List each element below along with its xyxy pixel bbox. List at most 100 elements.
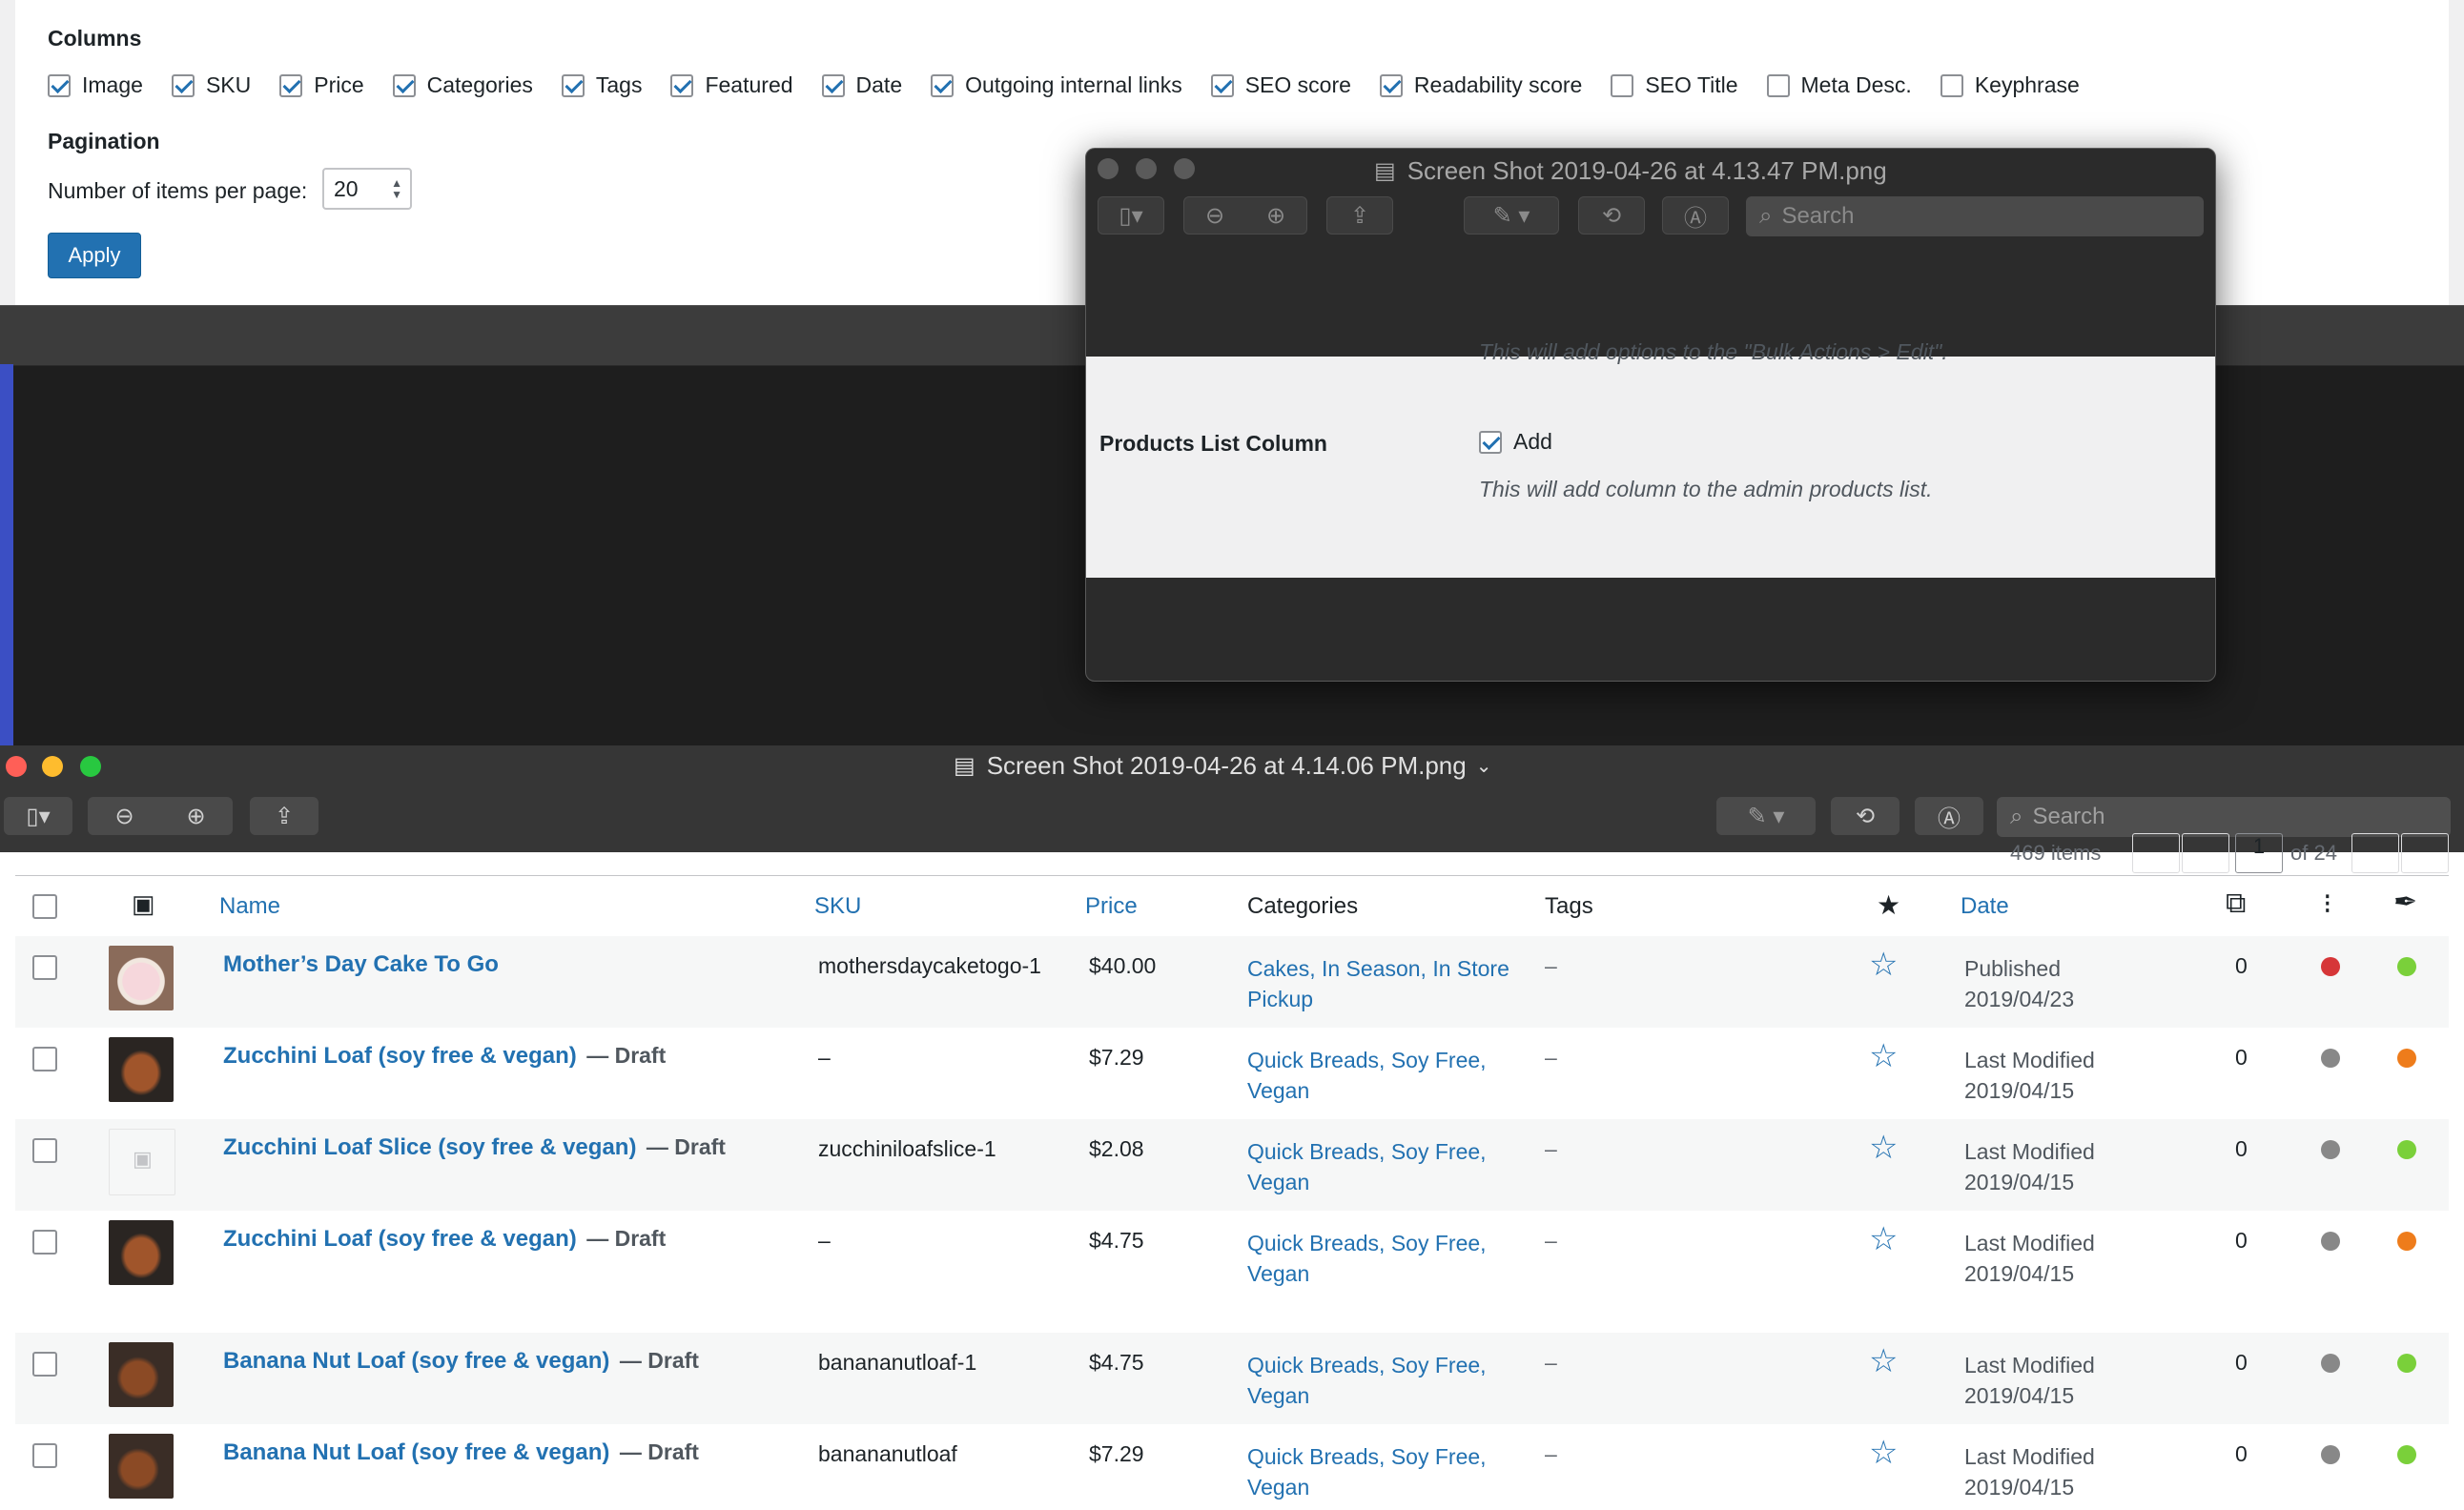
row-checkbox[interactable] [32, 1352, 57, 1377]
product-name-link[interactable]: Mother’s Day Cake To Go [223, 951, 499, 977]
column-toggle-seo-title[interactable]: SEO Title [1611, 72, 1738, 98]
share-button[interactable]: ⇪ [1326, 196, 1393, 235]
zoom-window-button[interactable] [80, 756, 101, 777]
featured-star-icon[interactable]: ★ [1877, 889, 1900, 921]
markup-button[interactable]: ✎ ▾ [1716, 797, 1816, 835]
column-toggle-categories[interactable]: Categories [392, 72, 533, 98]
zoom-in-icon[interactable]: ⊕ [186, 803, 205, 830]
product-thumbnail[interactable] [109, 946, 174, 1010]
row-checkbox[interactable] [32, 1230, 57, 1255]
featured-star-icon[interactable]: ☆ [1869, 1342, 1898, 1380]
categories-line-1[interactable]: Quick Breads, Soy Free, [1247, 1228, 1487, 1258]
categories-cell[interactable]: Quick Breads, Soy Free, Vegan [1247, 1045, 1487, 1106]
categories-line-1[interactable]: Cakes, In Season, In Store [1247, 953, 1509, 984]
featured-star-icon[interactable]: ☆ [1869, 946, 1898, 984]
zoom-window-button[interactable] [1174, 158, 1195, 179]
checkbox[interactable] [1479, 430, 1502, 454]
product-thumbnail[interactable] [109, 1434, 174, 1499]
rotate-button[interactable]: ⟲ [1831, 797, 1899, 835]
column-toggle-tags[interactable]: Tags [561, 72, 642, 98]
add-column-checkbox[interactable]: Add [1479, 429, 1552, 455]
categories-line-2[interactable]: Vegan [1247, 1075, 1487, 1106]
next-page-button[interactable] [2351, 833, 2399, 873]
categories-line-2[interactable]: Pickup [1247, 984, 1509, 1014]
minimize-window-button[interactable] [1136, 158, 1157, 179]
categories-cell[interactable]: Quick Breads, Soy Free, Vegan [1247, 1228, 1487, 1289]
featured-star-icon[interactable]: ☆ [1869, 1220, 1898, 1258]
categories-line-2[interactable]: Vegan [1247, 1472, 1487, 1502]
checkbox[interactable] [48, 73, 71, 97]
categories-line-2[interactable]: Vegan [1247, 1258, 1487, 1289]
categories-line-1[interactable]: Quick Breads, Soy Free, [1247, 1350, 1487, 1380]
column-toggle-readability-score[interactable]: Readability score [1379, 72, 1582, 98]
column-toggle-date[interactable]: Date [821, 72, 902, 98]
window-title[interactable]: ▤ Screen Shot 2019-04-26 at 4.14.06 PM.p… [954, 751, 1491, 781]
categories-cell[interactable]: Quick Breads, Soy Free, Vegan [1247, 1441, 1487, 1502]
checkbox[interactable] [392, 73, 416, 97]
checkbox[interactable] [670, 73, 694, 97]
minimize-window-button[interactable] [42, 756, 63, 777]
featured-star-icon[interactable]: ☆ [1869, 1037, 1898, 1075]
product-name-link[interactable]: Banana Nut Loaf (soy free & vegan) [223, 1439, 609, 1465]
column-header-date[interactable]: Date [1961, 893, 2009, 920]
checkbox[interactable] [821, 73, 845, 97]
close-window-button[interactable] [6, 756, 27, 777]
column-toggle-featured[interactable]: Featured [670, 72, 793, 98]
row-checkbox[interactable] [32, 955, 57, 980]
annotate-button[interactable]: Ⓐ [1915, 797, 1983, 835]
markup-button[interactable]: ✎ ▾ [1464, 196, 1559, 235]
column-header-name[interactable]: Name [219, 893, 280, 920]
product-name-link[interactable]: Zucchini Loaf Slice (soy free & vegan) [223, 1134, 636, 1160]
share-button[interactable]: ⇪ [250, 797, 318, 835]
row-checkbox[interactable] [32, 1443, 57, 1468]
annotate-button[interactable]: Ⓐ [1662, 196, 1729, 235]
categories-cell[interactable]: Quick Breads, Soy Free, Vegan [1247, 1136, 1487, 1197]
column-toggle-seo-score[interactable]: SEO score [1210, 72, 1351, 98]
window-search-input[interactable]: ⌕ Search [1746, 196, 2204, 236]
sidebar-toggle-button[interactable]: ▯▾ [4, 797, 72, 835]
checkbox[interactable] [171, 73, 195, 97]
product-name-link[interactable]: Banana Nut Loaf (soy free & vegan) [223, 1348, 609, 1374]
product-thumbnail[interactable] [109, 1037, 174, 1102]
categories-line-2[interactable]: Vegan [1247, 1380, 1487, 1411]
checkbox[interactable] [1611, 73, 1634, 97]
readability-feather-icon[interactable]: ✒ [2393, 886, 2417, 919]
sidebar-toggle-button[interactable]: ▯▾ [1098, 196, 1164, 235]
zoom-out-icon[interactable]: ⊖ [1205, 202, 1224, 230]
categories-cell[interactable]: Cakes, In Season, In Store Pickup [1247, 953, 1509, 1014]
column-header-sku[interactable]: SKU [814, 893, 861, 920]
checkbox[interactable] [1379, 73, 1403, 97]
select-all-checkbox[interactable] [32, 894, 57, 919]
categories-line-1[interactable]: Quick Breads, Soy Free, [1247, 1441, 1487, 1472]
column-toggle-price[interactable]: Price [279, 72, 364, 98]
current-page-input[interactable]: 1 [2235, 833, 2283, 873]
column-toggle-meta-desc[interactable]: Meta Desc. [1766, 72, 1912, 98]
featured-star-icon[interactable]: ☆ [1869, 1434, 1898, 1472]
outgoing-links-icon[interactable]: ⧉ [2226, 888, 2246, 920]
checkbox[interactable] [1766, 73, 1790, 97]
row-checkbox[interactable] [32, 1138, 57, 1163]
row-checkbox[interactable] [32, 1047, 57, 1071]
checkbox[interactable] [1210, 73, 1234, 97]
featured-star-icon[interactable]: ☆ [1869, 1129, 1898, 1167]
spinner-arrows-icon[interactable]: ▲ ▼ [391, 177, 402, 200]
checkbox[interactable] [1940, 73, 1963, 97]
prev-page-button[interactable] [2182, 833, 2229, 873]
categories-line-1[interactable]: Quick Breads, Soy Free, [1247, 1136, 1487, 1167]
checkbox[interactable] [561, 73, 585, 97]
close-window-button[interactable] [1098, 158, 1119, 179]
column-toggle-image[interactable]: Image [48, 72, 143, 98]
column-toggle-sku[interactable]: SKU [171, 72, 251, 98]
rotate-button[interactable]: ⟲ [1578, 196, 1645, 235]
product-thumbnail[interactable] [109, 1220, 174, 1285]
zoom-in-icon[interactable]: ⊕ [1266, 202, 1285, 230]
seo-score-icon[interactable]: ⁝ [2323, 888, 2332, 921]
zoom-out-icon[interactable]: ⊖ [114, 803, 133, 830]
categories-line-1[interactable]: Quick Breads, Soy Free, [1247, 1045, 1487, 1075]
apply-button[interactable]: Apply [48, 233, 141, 278]
categories-cell[interactable]: Quick Breads, Soy Free, Vegan [1247, 1350, 1487, 1411]
last-page-button[interactable] [2401, 833, 2449, 873]
categories-line-2[interactable]: Vegan [1247, 1167, 1487, 1197]
product-name-link[interactable]: Zucchini Loaf (soy free & vegan) [223, 1226, 577, 1252]
product-thumbnail[interactable] [109, 1342, 174, 1407]
